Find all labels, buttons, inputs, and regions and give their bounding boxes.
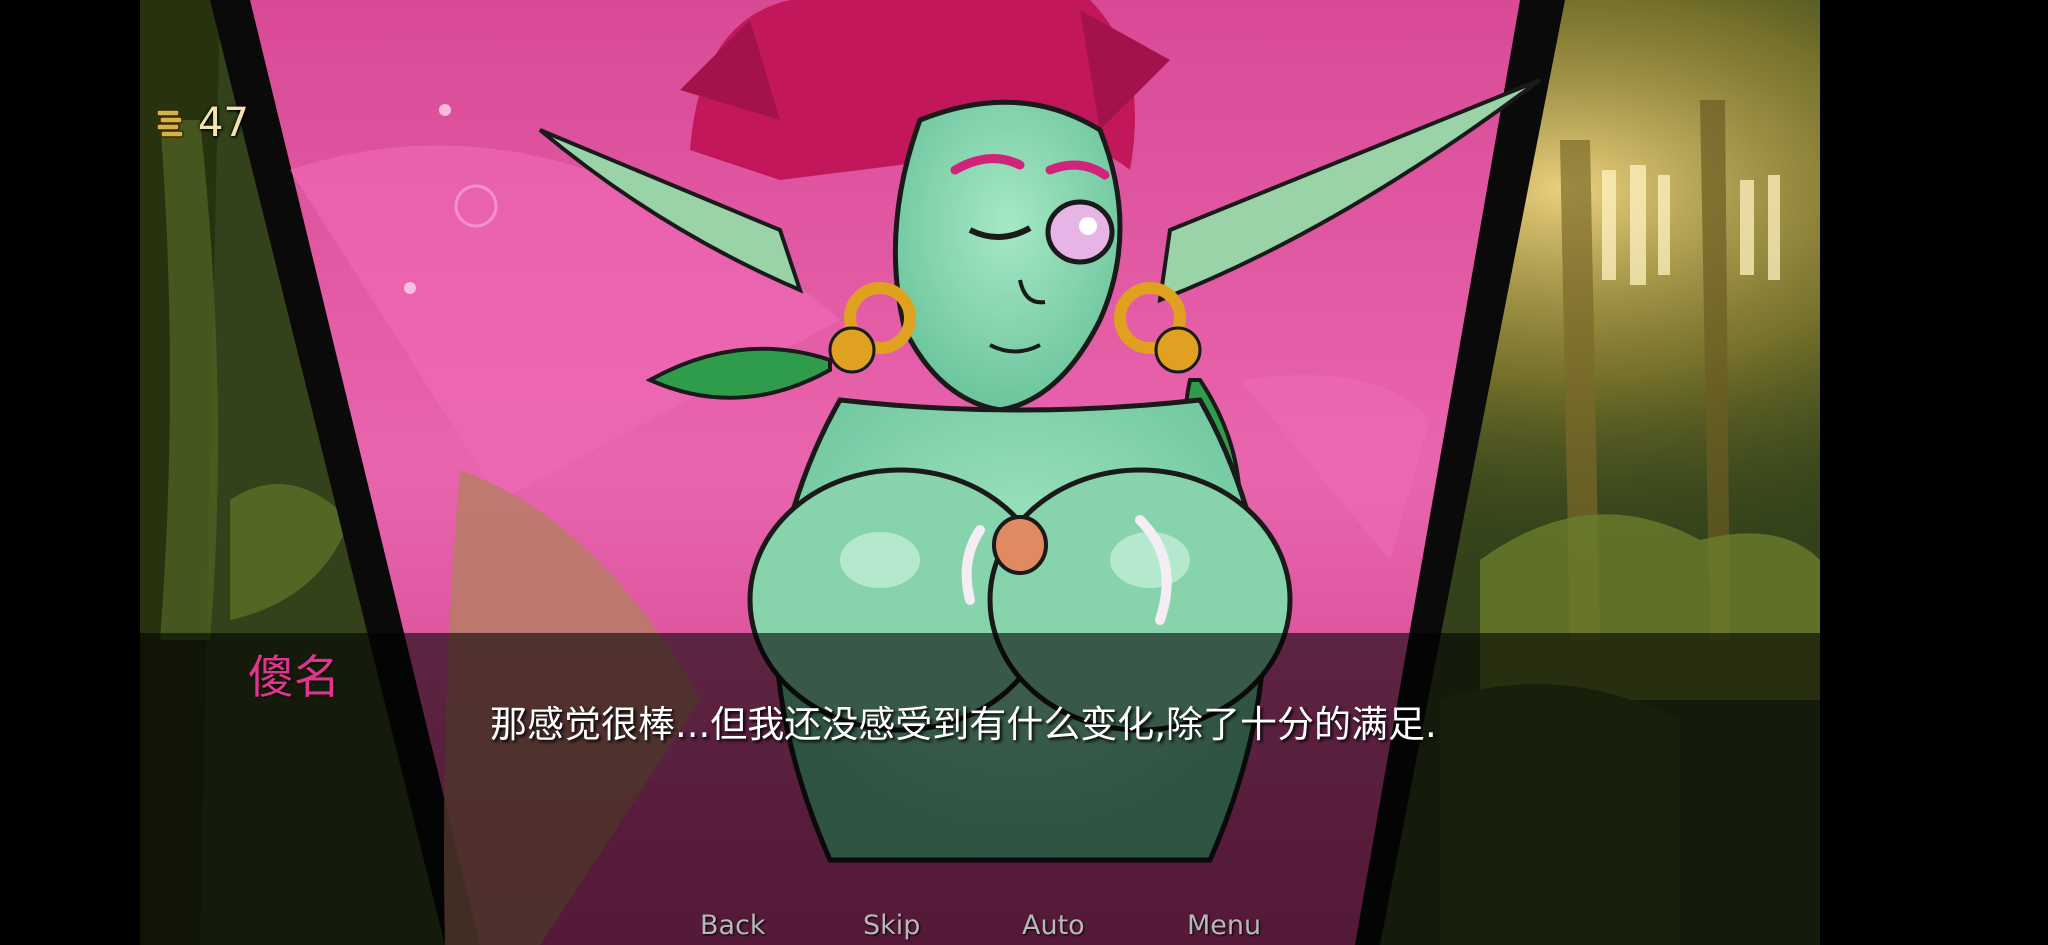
game-frame[interactable]: 47 傻名 那感觉很棒...但我还没感受到有什么变化,除了十分的满足. Back… <box>140 0 1820 945</box>
coin-stack-icon <box>156 109 184 138</box>
speaker-name: 傻名 <box>248 650 340 704</box>
auto-button[interactable]: Auto <box>1022 910 1085 941</box>
dialogue-box[interactable]: 傻名 那感觉很棒...但我还没感受到有什么变化,除了十分的满足. <box>140 633 1820 945</box>
menu-button[interactable]: Menu <box>1187 910 1261 941</box>
dialogue-text: 那感觉很棒...但我还没感受到有什么变化,除了十分的满足. <box>490 703 1437 746</box>
back-button[interactable]: Back <box>700 910 766 941</box>
quick-menu: Back Skip Auto Menu <box>140 906 1820 945</box>
currency-display: 47 <box>154 100 249 146</box>
skip-button[interactable]: Skip <box>863 910 920 941</box>
game-viewport[interactable]: 47 傻名 那感觉很棒...但我还没感受到有什么变化,除了十分的满足. Back… <box>0 0 2048 945</box>
currency-amount: 47 <box>198 100 249 146</box>
